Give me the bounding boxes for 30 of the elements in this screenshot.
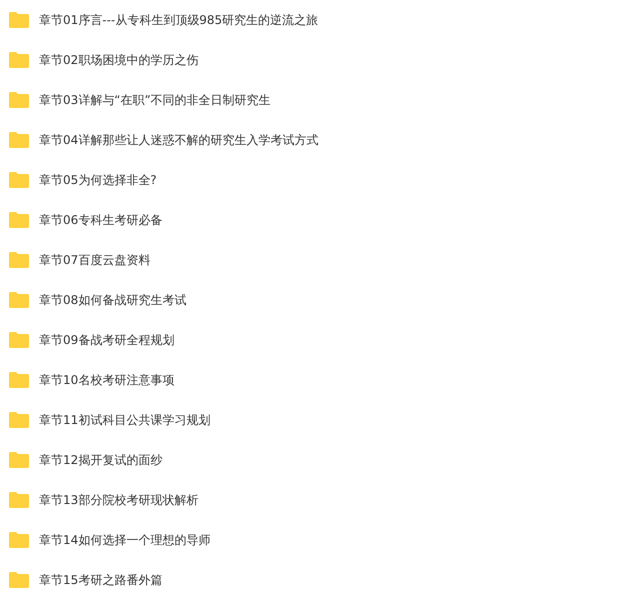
folder-icon <box>9 92 29 108</box>
folder-name[interactable]: 章节01序言---从专科生到顶级985研究生的逆流之旅 <box>39 11 318 29</box>
folder-icon <box>9 132 29 148</box>
folder-name[interactable]: 章节07百度云盘资料 <box>39 251 150 269</box>
folder-name[interactable]: 章节12揭开复试的面纱 <box>39 451 162 469</box>
folder-name[interactable]: 章节13部分院校考研现状解析 <box>39 491 198 509</box>
folder-icon <box>9 372 29 388</box>
folder-icon <box>9 332 29 348</box>
folder-icon <box>9 452 29 468</box>
folder-icon <box>9 412 29 428</box>
folder-name[interactable]: 章节11初试科目公共课学习规划 <box>39 411 210 429</box>
folder-icon <box>9 212 29 228</box>
folder-name[interactable]: 章节08如何备战研究生考试 <box>39 291 186 309</box>
folder-icon <box>9 52 29 68</box>
folder-name[interactable]: 章节10名校考研注意事项 <box>39 371 174 389</box>
folder-name[interactable]: 章节14如何选择一个理想的导师 <box>39 531 210 549</box>
folder-name[interactable]: 章节09备战考研全程规划 <box>39 331 174 349</box>
folder-icon <box>9 252 29 268</box>
folder-icon <box>9 292 29 308</box>
folder-icon <box>9 12 29 28</box>
folder-name[interactable]: 章节02职场困境中的学历之伤 <box>39 51 198 69</box>
folder-name[interactable]: 章节06专科生考研必备 <box>39 211 162 229</box>
folder-name[interactable]: 章节05为何选择非全? <box>39 171 157 189</box>
folder-name[interactable]: 章节04详解那些让人迷惑不解的研究生入学考试方式 <box>39 131 318 149</box>
folder-name[interactable]: 章节03详解与“在职”不同的非全日制研究生 <box>39 91 271 109</box>
folder-icon <box>9 172 29 188</box>
folder-icon <box>9 572 29 588</box>
folder-icon <box>9 532 29 548</box>
folder-icon <box>9 492 29 508</box>
folder-name[interactable]: 章节15考研之路番外篇 <box>39 571 162 589</box>
